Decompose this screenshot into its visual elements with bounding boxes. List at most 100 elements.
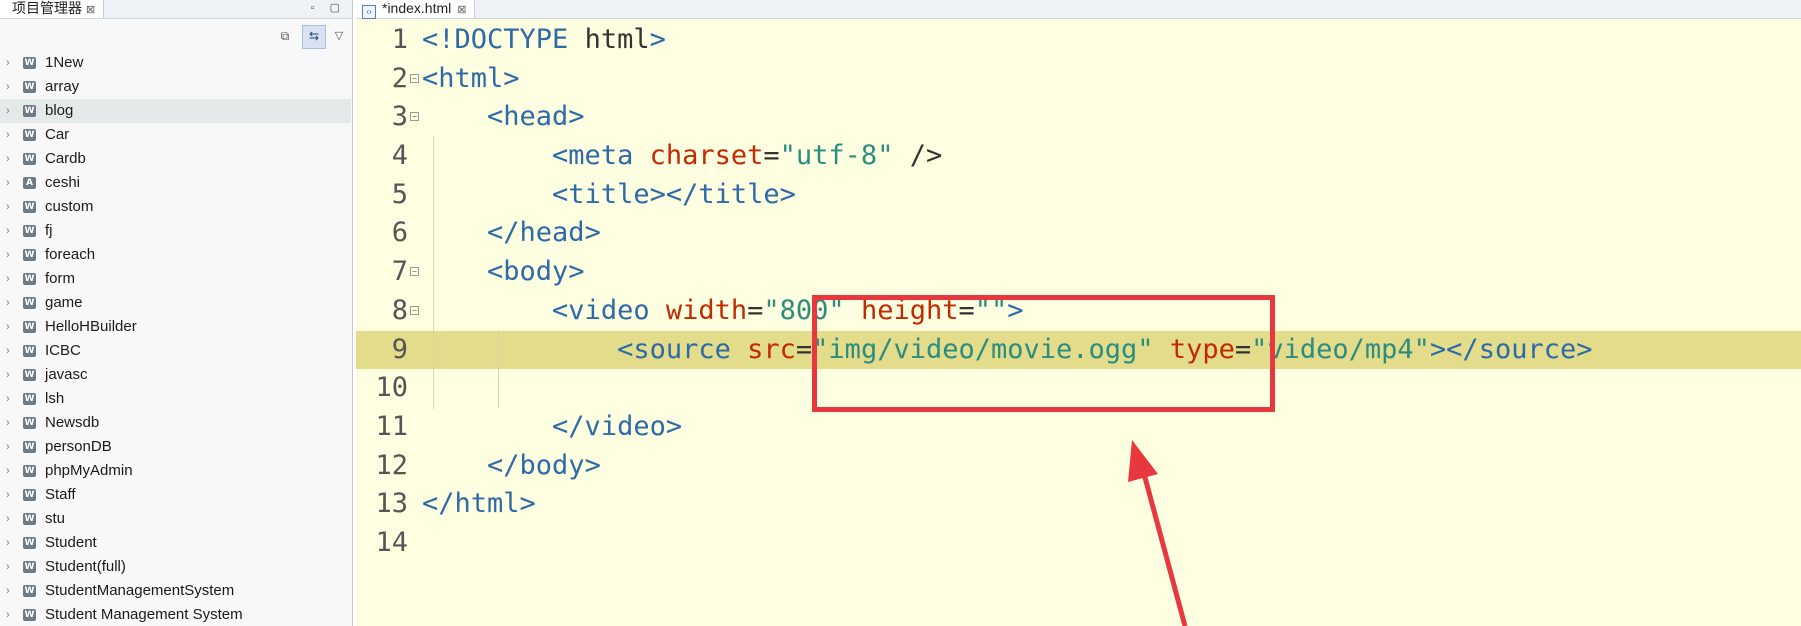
code-token: ></source> (1429, 333, 1593, 365)
code-text: <html> (422, 60, 520, 99)
chevron-right-icon[interactable]: › (6, 555, 10, 579)
project-item[interactable]: › W Newsdb (0, 411, 351, 435)
project-name: Cardb (45, 150, 86, 167)
code-token: width (665, 294, 748, 326)
chevron-right-icon[interactable]: › (6, 363, 10, 387)
chevron-right-icon[interactable]: › (6, 291, 10, 315)
project-item[interactable]: › W Staff (0, 483, 351, 507)
project-icon: W (23, 537, 36, 549)
project-item[interactable]: › Wgame (0, 291, 351, 315)
code-line[interactable]: 5 <title></title> (356, 176, 1801, 215)
html-file-icon: ‹› (362, 5, 376, 19)
code-line[interactable]: 7− <body> (356, 253, 1801, 292)
chevron-right-icon[interactable]: › (6, 507, 10, 531)
project-item[interactable]: › W Student (0, 531, 351, 555)
project-item[interactable]: › W ICBC (0, 339, 351, 363)
chevron-right-icon[interactable]: › (6, 243, 10, 267)
collapse-all-icon[interactable]: ⧉ (274, 25, 296, 47)
chevron-right-icon[interactable]: › (6, 603, 10, 626)
chevron-right-icon[interactable]: › (6, 483, 10, 507)
project-item[interactable]: › Wform (0, 267, 351, 291)
code-line[interactable]: 13 </html> (356, 485, 1801, 524)
view-menu-icon[interactable]: ▽ (328, 25, 350, 47)
project-item[interactable]: › Wforeach (0, 243, 351, 267)
code-line[interactable]: 4 <meta charset="utf-8" /> (356, 137, 1801, 176)
project-name: array (45, 78, 80, 95)
tab-index-html[interactable]: ‹› *index.html ⊠ (356, 0, 476, 19)
line-number: 14 (375, 526, 408, 558)
indent-guide (433, 292, 434, 408)
project-icon: W (23, 513, 36, 525)
line-number: 2 (391, 62, 408, 94)
code-line[interactable]: 6 </head> (356, 214, 1801, 253)
link-with-editor-icon[interactable]: ⇆ (302, 25, 326, 49)
project-item[interactable]: › Wjavasc (0, 363, 351, 387)
chevron-right-icon[interactable]: › (6, 171, 10, 195)
code-line[interactable]: 2− <html> (356, 60, 1801, 99)
project-item[interactable]: › Wfj (0, 219, 351, 243)
project-item[interactable]: › WphpMyAdmin (0, 459, 351, 483)
line-number: 7 (391, 256, 408, 288)
code-text: <head> (422, 98, 585, 137)
close-icon[interactable]: ⊠ (457, 4, 466, 16)
code-text: <!DOCTYPE html> (422, 21, 666, 60)
project-item[interactable]: › Aceshi (0, 171, 351, 195)
line-number: 12 (375, 449, 408, 481)
project-item[interactable]: › Wstu (0, 507, 351, 531)
chevron-right-icon[interactable]: › (6, 195, 10, 219)
minimize-maximize-icon[interactable]: ▫ ▢ (311, 1, 346, 14)
chevron-right-icon[interactable]: › (6, 75, 10, 99)
code-line[interactable]: 1 <!DOCTYPE html> (356, 21, 1801, 60)
project-item[interactable]: › W StudentManagementSystem (0, 579, 351, 603)
project-item[interactable]: › W 1New (0, 51, 351, 75)
code-text: <title></title> (422, 176, 796, 215)
line-number: 13 (375, 488, 408, 520)
chevron-right-icon[interactable]: › (6, 387, 10, 411)
code-line[interactable]: 3− <head> (356, 98, 1801, 137)
code-text: </video> (422, 408, 682, 447)
fold-toggle-icon[interactable]: − (410, 112, 419, 122)
fold-toggle-icon[interactable]: − (410, 267, 419, 277)
chevron-right-icon[interactable]: › (6, 99, 10, 123)
chevron-right-icon[interactable]: › (6, 147, 10, 171)
project-item[interactable]: › Warray (0, 75, 351, 99)
chevron-right-icon[interactable]: › (6, 219, 10, 243)
project-item[interactable]: › Wblog (0, 99, 351, 123)
project-item[interactable]: › WpersonDB (0, 435, 351, 459)
tab-project-explorer[interactable]: 项目管理器 ⊠ (0, 0, 105, 18)
fold-toggle-icon[interactable]: − (410, 73, 419, 83)
close-icon[interactable]: ⊠ (86, 4, 95, 16)
code-area[interactable]: 1 <!DOCTYPE html> 2− <html> 3− <head> 4 <meta… (356, 21, 1801, 563)
chevron-right-icon[interactable]: › (6, 579, 10, 603)
project-item[interactable]: › W Car (0, 123, 351, 147)
project-item[interactable]: › W Student Management System (0, 603, 351, 626)
project-item[interactable]: › W Cardb (0, 147, 351, 171)
chevron-right-icon[interactable]: › (6, 267, 10, 291)
chevron-right-icon[interactable]: › (6, 315, 10, 339)
project-icon: W (23, 465, 36, 477)
chevron-right-icon[interactable]: › (6, 531, 10, 555)
chevron-right-icon[interactable]: › (6, 51, 10, 75)
code-line[interactable]: 12 </body> (356, 447, 1801, 486)
project-item[interactable]: › W HelloHBuilder (0, 315, 351, 339)
chevron-right-icon[interactable]: › (6, 339, 10, 363)
project-item[interactable]: › W Student(full) (0, 555, 351, 579)
project-icon: W (23, 153, 36, 165)
project-item[interactable]: › Wlsh (0, 387, 351, 411)
code-token: <title></title> (552, 178, 796, 210)
code-line[interactable]: 14 (356, 524, 1801, 563)
fold-toggle-icon[interactable]: − (410, 305, 419, 315)
chevron-right-icon[interactable]: › (6, 435, 10, 459)
chevron-right-icon[interactable]: › (6, 123, 10, 147)
code-token: "utf-8" (779, 140, 894, 172)
code-line[interactable]: 11 </video> (356, 408, 1801, 447)
code-token: <source (617, 333, 748, 365)
chevron-right-icon[interactable]: › (6, 411, 10, 435)
project-icon: W (23, 201, 36, 213)
chevron-right-icon[interactable]: › (6, 459, 10, 483)
project-item[interactable]: › Wcustom (0, 195, 351, 219)
project-icon: A (23, 177, 36, 189)
project-name: Car (45, 126, 70, 143)
